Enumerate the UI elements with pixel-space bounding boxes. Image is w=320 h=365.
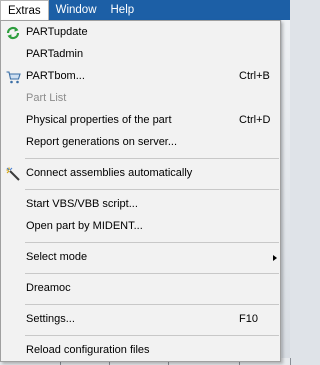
menu-bar: Extras Window Help bbox=[0, 0, 290, 20]
menu-item-partupdate[interactable]: PARTupdate bbox=[2, 23, 279, 43]
menu-item-label: Open part by MIDENT... bbox=[26, 220, 143, 232]
menu-separator bbox=[25, 273, 279, 274]
menu-item-label: Start VBS/VBB script... bbox=[26, 198, 138, 210]
menu-window[interactable]: Window bbox=[49, 0, 104, 20]
menu-item-connect-assemblies[interactable]: Connect assemblies automatically bbox=[2, 164, 279, 184]
menu-separator bbox=[25, 304, 279, 305]
magic-wand-icon bbox=[5, 167, 21, 181]
refresh-icon bbox=[5, 26, 21, 40]
menu-item-label: Connect assemblies automatically bbox=[26, 167, 193, 179]
menu-item-open-part-by-mident[interactable]: Open part by MIDENT... bbox=[2, 217, 279, 237]
menu-separator bbox=[25, 242, 279, 243]
extras-dropdown-menu: PARTupdate PARTadmin PARTbom... Ctrl+B P… bbox=[0, 20, 281, 362]
menu-item-partbom[interactable]: PARTbom... Ctrl+B bbox=[2, 67, 279, 87]
submenu-arrow-icon bbox=[273, 255, 277, 261]
shopping-cart-icon bbox=[5, 70, 21, 84]
menu-separator bbox=[25, 158, 279, 159]
menu-item-partadmin[interactable]: PARTadmin bbox=[2, 45, 279, 65]
menu-item-label: Report generations on server... bbox=[26, 136, 178, 148]
shortcut-label: F10 bbox=[239, 313, 258, 325]
shortcut-label: Ctrl+D bbox=[239, 114, 271, 126]
menu-item-label: PARTupdate bbox=[26, 26, 88, 38]
menu-item-label: Reload configuration files bbox=[26, 344, 150, 356]
shortcut-label: Ctrl+B bbox=[239, 70, 270, 82]
menu-item-label: PARTbom... bbox=[26, 70, 85, 82]
menu-item-settings[interactable]: Settings... F10 bbox=[2, 310, 279, 330]
menu-item-label: Physical properties of the part bbox=[26, 114, 172, 126]
menu-item-label: Part List bbox=[26, 92, 67, 104]
menu-item-start-script[interactable]: Start VBS/VBB script... bbox=[2, 195, 279, 215]
menu-separator bbox=[25, 189, 279, 190]
menu-item-label: Dreamoc bbox=[26, 282, 71, 294]
menu-item-select-mode[interactable]: Select mode bbox=[2, 248, 279, 268]
background-window-edge bbox=[282, 20, 290, 365]
menu-extras[interactable]: Extras bbox=[0, 0, 49, 20]
menu-item-physical-properties[interactable]: Physical properties of the part Ctrl+D bbox=[2, 111, 279, 131]
menu-item-report-generations[interactable]: Report generations on server... bbox=[2, 133, 279, 153]
menu-item-label: PARTadmin bbox=[26, 48, 84, 60]
menu-item-part-list: Part List bbox=[2, 89, 279, 109]
menu-item-dreamoc[interactable]: Dreamoc bbox=[2, 279, 279, 299]
menu-separator bbox=[25, 335, 279, 336]
menu-item-reload-configuration[interactable]: Reload configuration files bbox=[2, 341, 279, 361]
menu-item-label: Settings... bbox=[26, 313, 75, 325]
menu-item-label: Select mode bbox=[26, 251, 88, 263]
menu-help[interactable]: Help bbox=[104, 0, 142, 20]
